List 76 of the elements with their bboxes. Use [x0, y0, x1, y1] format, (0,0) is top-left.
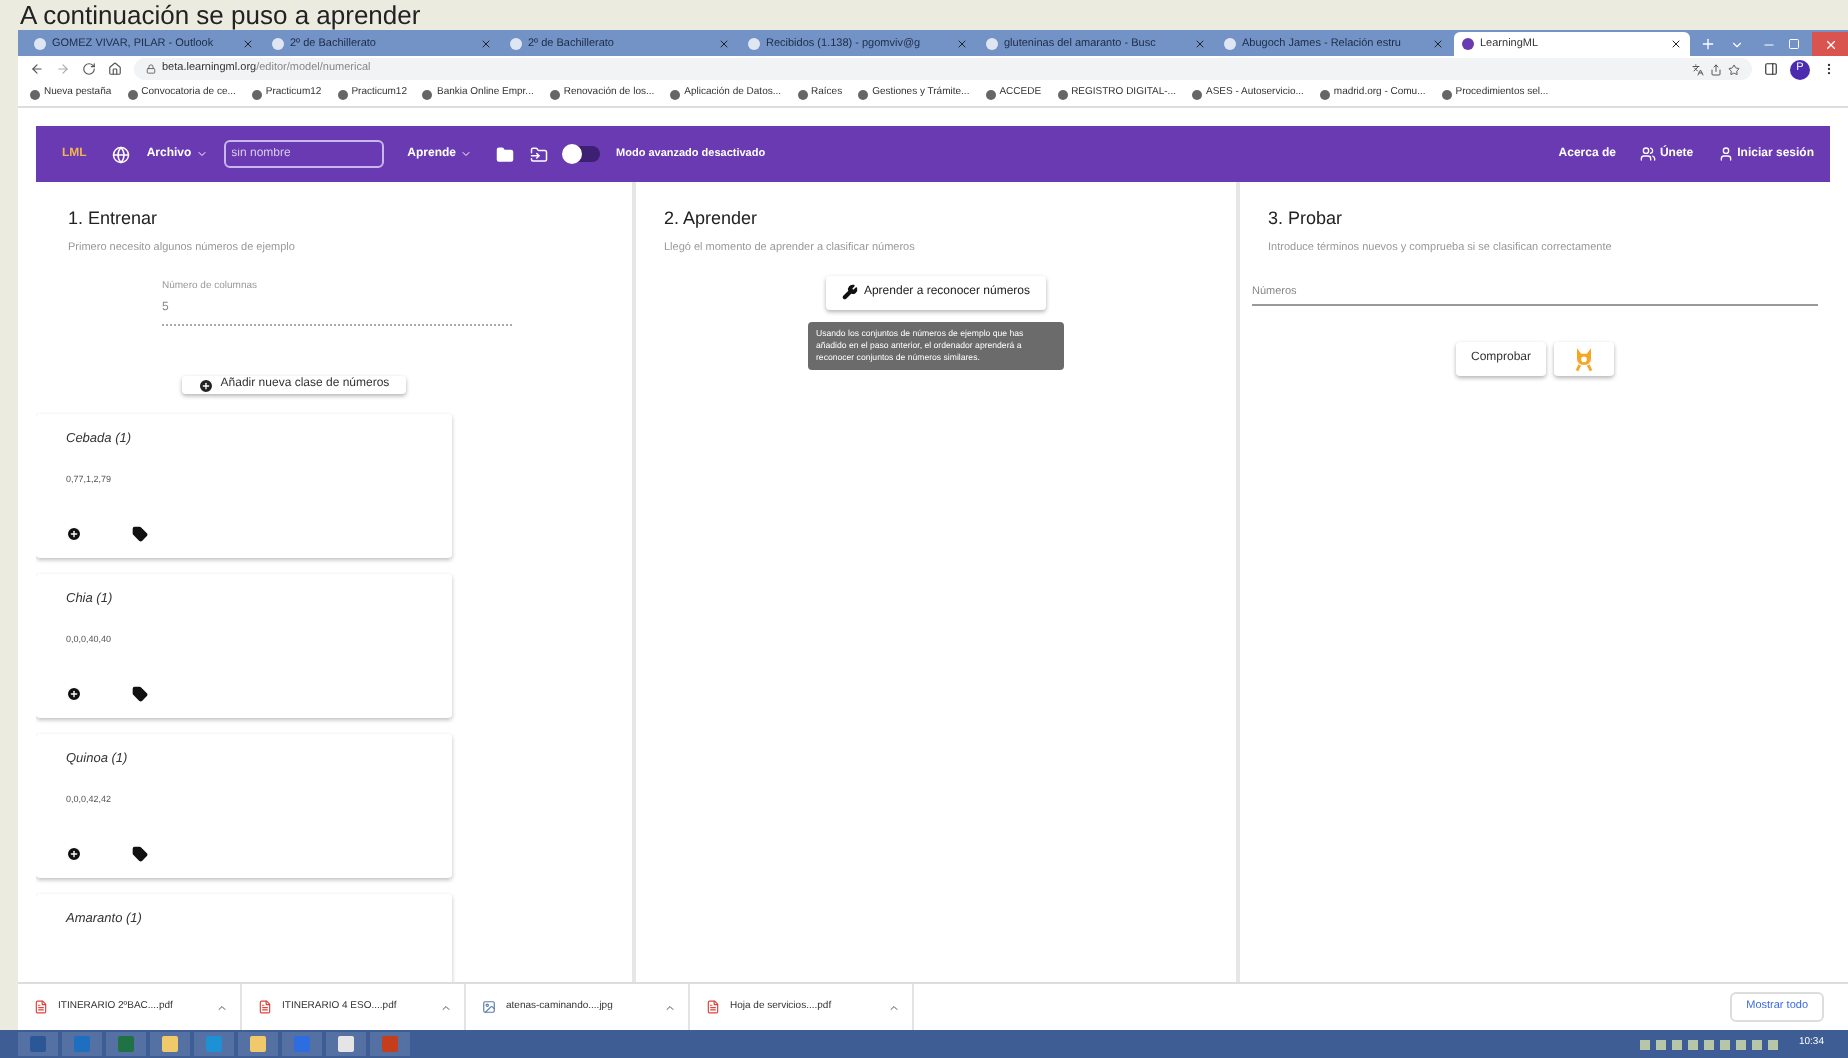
taskbar-app-icon[interactable] — [326, 1032, 366, 1056]
close-icon — [1823, 37, 1837, 51]
bookmark-favicon-icon — [127, 89, 138, 99]
close-icon — [1194, 38, 1206, 50]
wrench-icon — [841, 284, 858, 301]
bookmark-favicon-icon — [1441, 89, 1452, 99]
menu-icon — [1822, 62, 1836, 76]
taskbar-app-icon[interactable] — [238, 1032, 278, 1056]
close-icon — [242, 38, 254, 50]
folder-icon — [496, 145, 515, 163]
reload-icon — [82, 62, 96, 76]
lock-icon — [146, 64, 156, 74]
tab-favicon-icon — [34, 38, 46, 50]
close-icon — [718, 38, 730, 50]
bookmark-favicon-icon — [1057, 89, 1068, 99]
label-icon — [132, 846, 148, 863]
minimize-icon — [1762, 38, 1776, 52]
tab-favicon-icon — [1224, 38, 1236, 50]
globe-icon — [112, 145, 131, 163]
taskbar-app-icon[interactable] — [150, 1032, 190, 1056]
label-icon — [132, 526, 148, 543]
section-title: 2. Aprender — [664, 206, 760, 232]
bookmark-favicon-icon — [422, 89, 433, 99]
forward-icon — [56, 62, 70, 76]
add-example-icon — [66, 846, 82, 863]
image-file-icon — [482, 1000, 496, 1014]
scratch-button[interactable] — [1553, 341, 1613, 376]
people-icon — [1639, 146, 1656, 162]
chevron-icon — [888, 1001, 900, 1013]
section-title: 3. Probar — [1268, 206, 1345, 232]
bookmark-favicon-icon — [670, 89, 681, 99]
bookmark-favicon-icon — [337, 89, 348, 99]
bookmark-favicon-icon — [549, 89, 560, 99]
tab-list-icon — [1730, 38, 1744, 52]
tab-favicon-icon — [510, 38, 522, 50]
plus-icon — [198, 377, 215, 394]
add-example-icon — [66, 686, 82, 703]
bookmark-favicon-icon — [1319, 89, 1330, 99]
side-panel-icon — [1764, 62, 1778, 76]
chevron-icon — [440, 1001, 452, 1013]
translate-icon — [1692, 63, 1704, 75]
restore-icon — [1788, 38, 1800, 50]
slide-title: A continuación se puso a aprender — [20, 0, 421, 30]
new-tab-icon — [1700, 36, 1716, 52]
chevron-icon — [664, 1001, 676, 1013]
folder-icon — [530, 145, 549, 163]
tab-favicon-icon — [272, 38, 284, 50]
caret-icon — [195, 148, 208, 160]
back-icon — [30, 62, 44, 76]
label-icon — [132, 686, 148, 703]
pdf-file-icon — [34, 1000, 48, 1014]
close-icon — [956, 38, 968, 50]
share-icon — [1710, 63, 1722, 75]
bookmark-favicon-icon — [797, 89, 808, 99]
star-icon — [1728, 63, 1740, 75]
bookmark-favicon-icon — [251, 89, 262, 99]
bookmark-favicon-icon — [30, 89, 40, 99]
tab-favicon-icon — [1462, 38, 1474, 50]
add-example-icon — [66, 526, 82, 543]
home-icon — [108, 62, 122, 76]
close-icon — [1432, 38, 1444, 50]
close-window-button[interactable] — [1812, 32, 1848, 56]
tab-favicon-icon — [986, 38, 998, 50]
advanced-mode-switch[interactable] — [564, 146, 601, 162]
person-icon — [1717, 146, 1734, 162]
close-icon — [1670, 38, 1682, 50]
bookmark-favicon-icon — [1191, 89, 1202, 99]
pdf-file-icon — [706, 1000, 720, 1014]
pdf-file-icon — [258, 1000, 272, 1014]
bookmark-favicon-icon — [858, 89, 869, 99]
close-icon — [480, 38, 492, 50]
section-title: 1. Entrenar — [68, 206, 160, 232]
caret-icon — [460, 148, 473, 160]
bookmark-favicon-icon — [985, 89, 996, 99]
tab-favicon-icon — [748, 38, 760, 50]
chevron-icon — [216, 1001, 228, 1013]
